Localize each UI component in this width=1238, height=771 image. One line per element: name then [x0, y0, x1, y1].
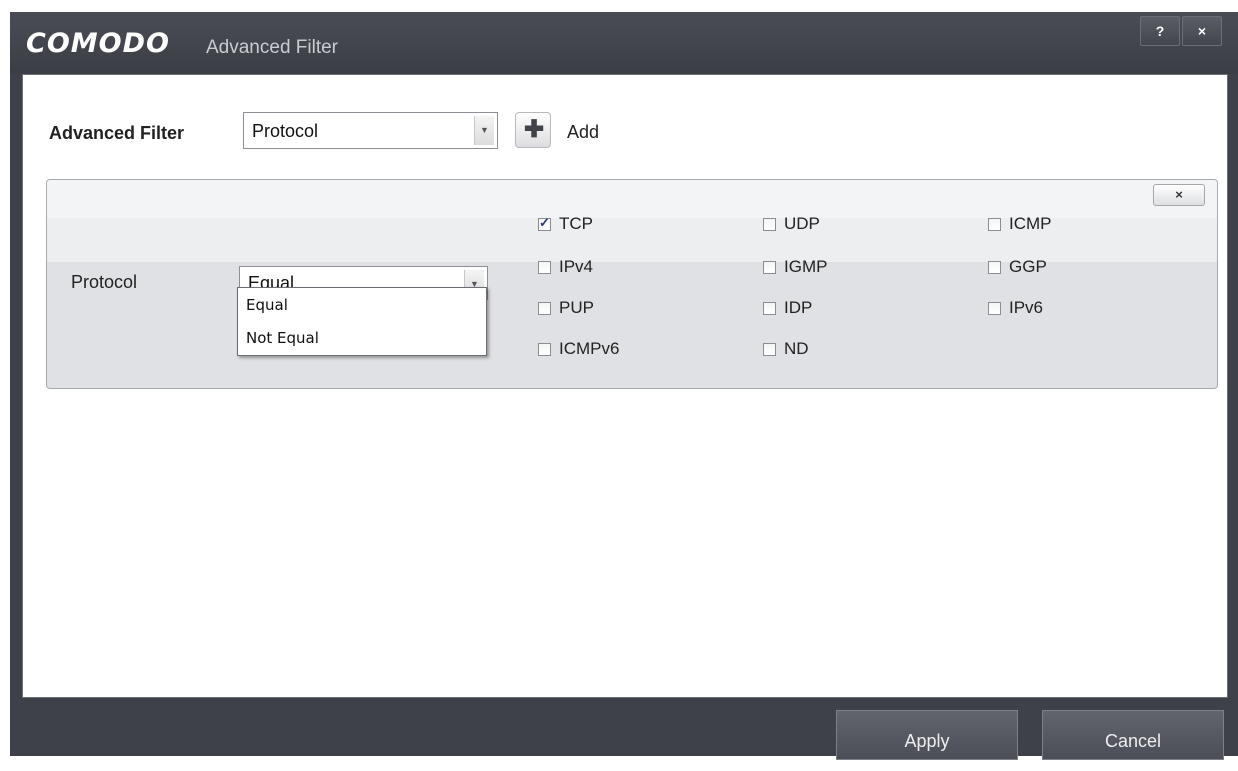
checkbox-label: UDP	[784, 214, 820, 233]
checkbox-tcp[interactable]: ✓ TCP	[538, 214, 593, 234]
checkbox-nd[interactable]: ND	[763, 339, 809, 359]
checkbox-label: GGP	[1009, 257, 1047, 276]
add-filter-button[interactable]: ✚	[515, 112, 551, 148]
checkbox-ipv6[interactable]: IPv6	[988, 298, 1043, 318]
dropdown-option-not-equal[interactable]: Not Equal	[246, 329, 319, 347]
protocol-filter-panel: × Protocol Equal ▼ ✓ TCP UDP ICMP IPv4 I…	[46, 179, 1218, 389]
checkbox-box[interactable]: ✓	[538, 214, 551, 231]
checkbox-label: IGMP	[784, 257, 828, 276]
panel-row	[47, 262, 1217, 388]
checkbox-box[interactable]	[538, 342, 551, 356]
remove-filter-button[interactable]: ×	[1153, 184, 1205, 206]
chevron-down-icon[interactable]: ▼	[474, 116, 494, 145]
checkbox-box[interactable]	[538, 301, 551, 315]
checkbox-box[interactable]	[763, 301, 776, 315]
operator-dropdown-list: Equal Not Equal	[237, 287, 487, 356]
checkbox-box[interactable]	[538, 260, 551, 274]
checkbox-box[interactable]	[988, 301, 1001, 315]
checkbox-box[interactable]	[988, 217, 1001, 231]
checkbox-label: IDP	[784, 298, 813, 317]
comodo-logo: COMODO	[26, 28, 170, 59]
checkbox-box[interactable]	[763, 342, 776, 356]
cancel-button[interactable]: Cancel	[1042, 710, 1224, 760]
panel-header	[47, 180, 1217, 218]
checkbox-label: PUP	[559, 298, 594, 317]
checkbox-label: IPv6	[1009, 298, 1044, 317]
checkbox-box[interactable]	[988, 260, 1001, 274]
filter-type-select[interactable]: Protocol ▼	[243, 112, 498, 149]
apply-button[interactable]: Apply	[836, 710, 1018, 760]
close-window-button[interactable]: ×	[1182, 16, 1222, 46]
checkbox-udp[interactable]: UDP	[763, 214, 820, 234]
checkbox-ipv4[interactable]: IPv4	[538, 257, 593, 277]
checkmark-icon: ✓	[539, 214, 550, 230]
advanced-filter-window: COMODO Advanced Filter ? × Advanced Filt…	[10, 12, 1238, 760]
checkbox-idp[interactable]: IDP	[763, 298, 812, 318]
add-filter-label[interactable]: Add	[567, 122, 599, 143]
checkbox-icmp[interactable]: ICMP	[988, 214, 1052, 234]
checkbox-igmp[interactable]: IGMP	[763, 257, 827, 277]
filter-content-area: Advanced Filter Protocol ▼ ✚ Add × Proto…	[22, 74, 1228, 698]
title-bar[interactable]: COMODO Advanced Filter ? ×	[10, 12, 1238, 74]
checkbox-label: ICMPv6	[559, 339, 620, 358]
checkbox-label: ND	[784, 339, 809, 358]
checkbox-label: ICMP	[1009, 214, 1052, 233]
advanced-filter-label: Advanced Filter	[49, 123, 185, 143]
protocol-field-label: Protocol	[71, 272, 138, 292]
checkbox-label: IPv4	[559, 257, 594, 276]
checkbox-ggp[interactable]: GGP	[988, 257, 1047, 277]
checkbox-label: TCP	[559, 214, 593, 233]
checkbox-box[interactable]	[763, 217, 776, 231]
dropdown-option-equal[interactable]: Equal	[246, 296, 288, 314]
window-title: Advanced Filter	[206, 37, 339, 58]
checkbox-pup[interactable]: PUP	[538, 298, 594, 318]
filter-type-value: Protocol	[252, 121, 319, 141]
checkbox-box[interactable]	[763, 260, 776, 274]
help-button[interactable]: ?	[1140, 16, 1180, 46]
plus-icon: ✚	[524, 116, 545, 143]
checkbox-icmpv6[interactable]: ICMPv6	[538, 339, 619, 359]
